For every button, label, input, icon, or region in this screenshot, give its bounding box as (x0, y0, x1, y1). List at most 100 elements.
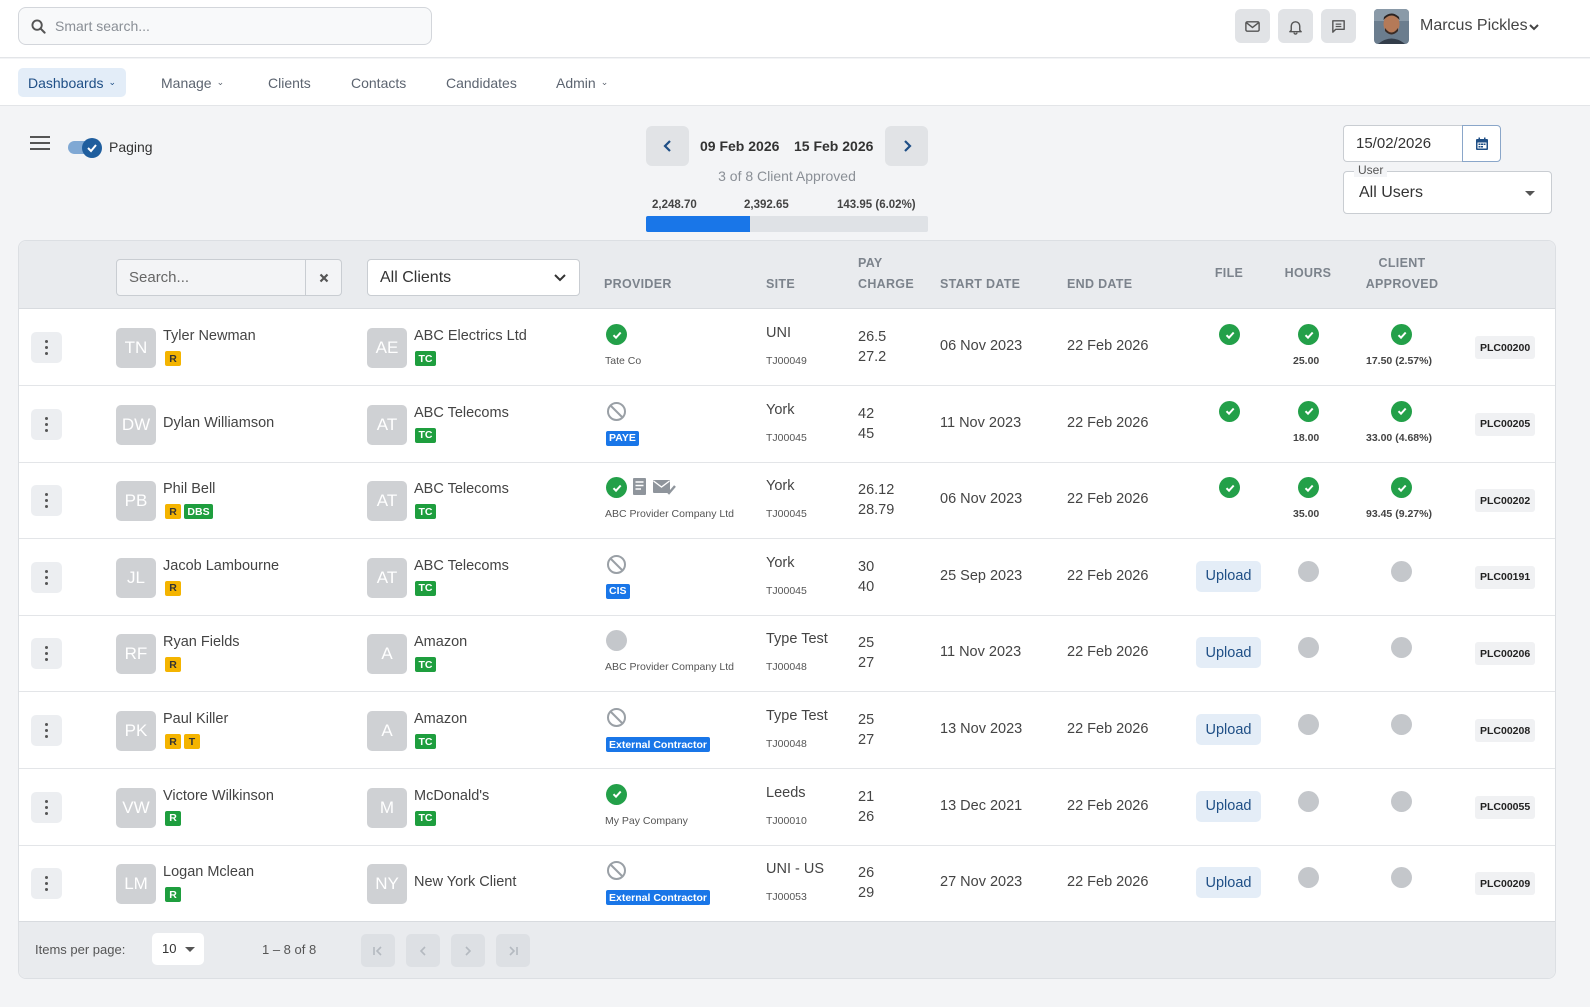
pay-rate: 30 (858, 558, 875, 575)
clear-search-button[interactable] (306, 260, 341, 295)
messages-button[interactable] (1321, 9, 1356, 43)
table-search-input[interactable] (117, 260, 306, 295)
client-name[interactable]: ABC Electrics Ltd (414, 328, 527, 344)
placement-reference[interactable]: PLC00208 (1475, 719, 1536, 742)
items-per-page-select[interactable]: 10 (152, 933, 204, 965)
table-row[interactable]: DW Dylan Williamson AT ABC Telecoms TC PAYE Yo… (19, 386, 1555, 463)
header-start-date[interactable]: START DATE (940, 274, 1020, 295)
row-actions-button[interactable] (31, 332, 62, 363)
candidate-name[interactable]: Dylan Williamson (163, 415, 274, 431)
previous-week-button[interactable] (646, 126, 689, 166)
candidate-name[interactable]: Victore Wilkinson (163, 788, 274, 804)
date-input[interactable]: 15/02/2026 (1343, 125, 1462, 162)
nav-clients[interactable]: Clients (258, 68, 321, 97)
placement-reference[interactable]: PLC00191 (1475, 565, 1536, 589)
table-row[interactable]: VW Victore Wilkinson R M McDonald's TC My Pay … (19, 769, 1555, 846)
client-name[interactable]: ABC Telecoms (414, 558, 509, 574)
charge-rate: 28.79 (858, 502, 895, 519)
header-charge[interactable]: CHARGE (858, 274, 914, 295)
header-end-date[interactable]: END DATE (1067, 274, 1132, 295)
nav-manage[interactable]: Manage ⌄ (151, 68, 234, 97)
check-icon (606, 477, 627, 499)
upload-button[interactable]: Upload (1196, 714, 1261, 745)
user-name[interactable]: Marcus Pickles (1420, 17, 1528, 35)
user-select[interactable]: User All Users (1343, 163, 1552, 214)
smart-search[interactable] (18, 7, 432, 45)
paging-toggle[interactable] (68, 138, 104, 158)
row-actions-button[interactable] (31, 638, 62, 670)
upload-button[interactable]: Upload (1196, 790, 1261, 822)
page-range: 1 – 8 of 8 (262, 942, 317, 957)
placement-reference[interactable]: PLC00205 (1475, 412, 1536, 436)
header-client[interactable]: CLIENT (1362, 253, 1442, 274)
smart-search-input[interactable] (55, 18, 415, 34)
nav-candidates[interactable]: Candidates (436, 68, 527, 97)
placement-reference[interactable]: PLC00206 (1475, 642, 1536, 666)
candidate-name[interactable]: Paul Killer (163, 711, 228, 727)
client-name[interactable]: Amazon (414, 634, 467, 650)
menu-icon[interactable] (30, 136, 50, 151)
next-week-button[interactable] (885, 126, 928, 166)
header-file[interactable]: FILE (1199, 263, 1259, 284)
chevron-down-icon[interactable] (1528, 22, 1540, 32)
upload-button[interactable]: Upload (1196, 560, 1261, 592)
ban-icon (606, 554, 627, 575)
first-page-icon (373, 945, 382, 956)
client-name[interactable]: McDonald's (414, 788, 489, 804)
placement-reference[interactable]: PLC00200 (1475, 336, 1536, 359)
client-name[interactable]: ABC Telecoms (414, 405, 509, 421)
candidate-name[interactable]: Ryan Fields (163, 634, 240, 650)
client-filter-select[interactable]: All Clients (367, 259, 580, 296)
approved-pending-icon (1391, 714, 1412, 735)
last-page-button[interactable] (496, 934, 530, 967)
row-actions-button[interactable] (31, 485, 62, 517)
client-avatar: M (367, 787, 407, 828)
client-name[interactable]: New York Client (414, 874, 516, 890)
header-site[interactable]: SITE (766, 274, 795, 295)
nav-admin[interactable]: Admin ⌄ (546, 68, 618, 97)
client-name[interactable]: Amazon (414, 711, 467, 727)
candidate-avatar: LM (116, 864, 156, 905)
nav-contacts[interactable]: Contacts (341, 68, 416, 97)
notifications-button[interactable] (1278, 9, 1313, 43)
placement-reference[interactable]: PLC00209 (1475, 872, 1536, 896)
table-row[interactable]: PB Phil Bell R DBS AT ABC Telecoms TC ABC Provi… (19, 462, 1555, 540)
header-approved[interactable]: APPROVED (1362, 274, 1442, 295)
table-row[interactable]: PK Paul Killer R T A Amazon TC External Contrac… (19, 692, 1555, 769)
table-search[interactable] (116, 259, 342, 296)
header-provider[interactable]: PROVIDER (604, 274, 672, 295)
candidate-name[interactable]: Jacob Lambourne (163, 558, 279, 574)
next-page-button[interactable] (451, 934, 485, 967)
upload-button[interactable]: Upload (1196, 637, 1261, 669)
row-actions-button[interactable] (31, 715, 62, 746)
candidate-badge: R (165, 504, 181, 520)
row-actions-button[interactable] (31, 868, 62, 900)
calendar-button[interactable] (1462, 125, 1501, 162)
table-row[interactable]: LM Logan Mclean R NY New York Client External… (19, 845, 1555, 923)
nav-dashboards[interactable]: Dashboards ⌄ (18, 68, 127, 97)
row-actions-button[interactable] (31, 408, 62, 440)
placement-reference[interactable]: PLC00202 (1475, 489, 1536, 513)
close-icon (319, 273, 328, 282)
candidate-name[interactable]: Phil Bell (163, 481, 215, 497)
site-name: York (766, 401, 795, 418)
upload-button[interactable]: Upload (1196, 867, 1261, 899)
mail-button[interactable] (1235, 9, 1270, 43)
user-avatar[interactable] (1374, 9, 1409, 44)
start-date: 06 Nov 2023 (940, 338, 1023, 354)
header-hours[interactable]: HOURS (1278, 263, 1338, 284)
table-row[interactable]: RF Ryan Fields R A Amazon TC ABC Provider Comp… (19, 615, 1555, 693)
previous-page-button[interactable] (406, 934, 440, 967)
chevron-right-icon (903, 140, 912, 152)
row-actions-button[interactable] (31, 791, 62, 823)
client-name[interactable]: ABC Telecoms (414, 481, 509, 497)
header-pay[interactable]: PAY (858, 253, 883, 274)
candidate-name[interactable]: Tyler Newman (163, 328, 256, 344)
placement-reference[interactable]: PLC00055 (1475, 795, 1536, 819)
first-page-button[interactable] (361, 934, 395, 967)
candidate-name[interactable]: Logan Mclean (163, 864, 254, 880)
row-actions-button[interactable] (31, 561, 62, 593)
table-row[interactable]: JL Jacob Lambourne R AT ABC Telecoms TC CIS Yor… (19, 539, 1555, 616)
chevron-left-icon (419, 945, 426, 956)
table-row[interactable]: TN Tyler Newman R AE ABC Electrics Ltd TC Tate… (19, 309, 1555, 386)
